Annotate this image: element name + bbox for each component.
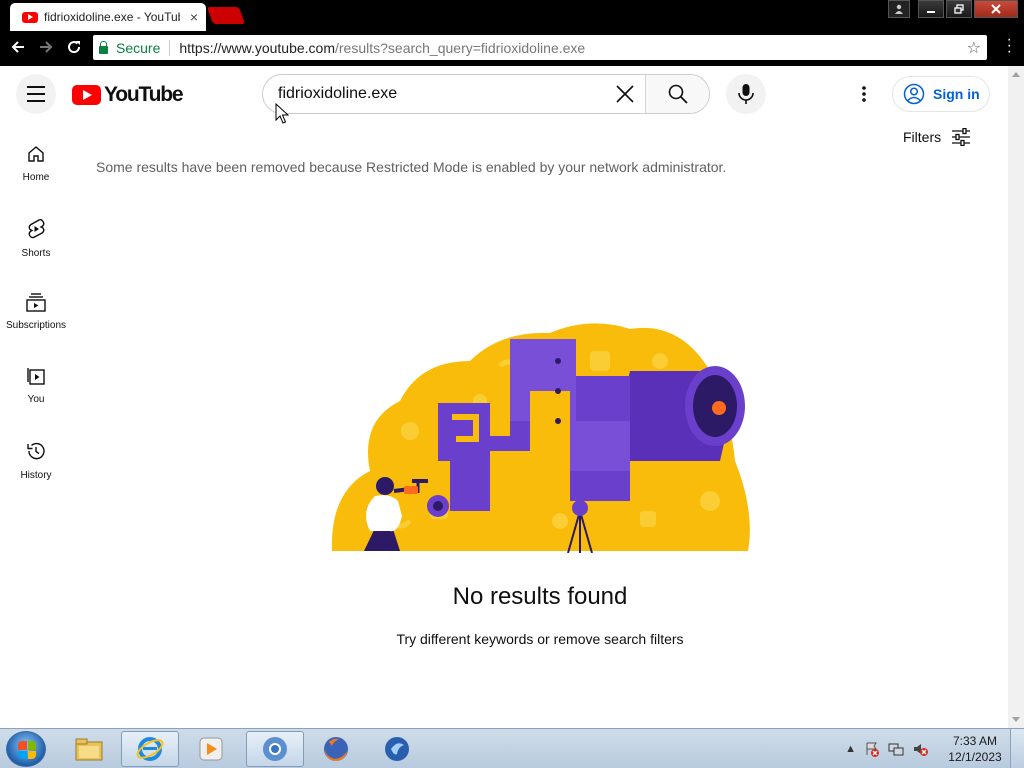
volume-muted-icon[interactable] [912, 741, 928, 757]
shorts-icon [28, 219, 45, 239]
sign-in-button[interactable]: Sign in [892, 76, 990, 112]
youtube-play-icon [72, 85, 101, 105]
search-button[interactable] [645, 75, 709, 113]
filters-label: Filters [903, 129, 942, 145]
browser-toolbar: Secure https://www.youtube.com/results?s… [0, 32, 1024, 62]
history-icon [27, 442, 45, 460]
chrome-icon [263, 737, 287, 761]
tab-close-icon[interactable]: × [190, 10, 198, 24]
youtube-wordmark: YouTube [104, 83, 184, 106]
taskbar: ▲ 7:33 AM 12/1/2023 [0, 728, 1024, 768]
youtube-favicon-icon [22, 11, 38, 23]
close-window-button[interactable] [974, 0, 1018, 18]
url-host: https://www.youtube.com [179, 39, 335, 56]
guide-item-subscriptions[interactable]: Subscriptions [0, 270, 72, 344]
guide-item-home[interactable]: Home [0, 122, 72, 196]
search-input[interactable]: fidrioxidoline.exe [263, 85, 605, 103]
tab-title: fidrioxidoline.exe - YouTube [44, 10, 180, 24]
file-explorer-icon [75, 738, 103, 761]
home-icon [28, 146, 44, 162]
taskbar-file-explorer[interactable] [60, 731, 118, 767]
taskbar-firefox[interactable] [307, 731, 365, 767]
microphone-icon [738, 84, 754, 104]
youtube-logo[interactable]: YouTube [72, 83, 184, 107]
guide-item-shorts[interactable]: Shorts [0, 196, 72, 270]
start-button[interactable] [6, 731, 46, 767]
taskbar-chrome[interactable] [246, 731, 304, 767]
guide-item-you[interactable]: You [0, 344, 72, 418]
no-results-hint: Try different keywords or remove search … [396, 631, 684, 647]
settings-menu-icon[interactable] [848, 82, 880, 106]
show-hidden-icons-icon[interactable]: ▲ [845, 743, 856, 755]
youtube-header: YouTube fidrioxidoline.exe Sign in [0, 66, 1008, 122]
taskbar-app[interactable] [368, 731, 426, 767]
clock-time: 7:33 AM [952, 734, 998, 748]
taskbar-clock[interactable]: 7:33 AM 12/1/2023 [940, 733, 1010, 765]
taskbar-internet-explorer[interactable] [121, 731, 179, 767]
restore-button[interactable] [946, 0, 972, 18]
guide-menu-button[interactable] [16, 74, 56, 114]
bookmark-star-icon[interactable]: ☆ [967, 38, 981, 58]
sign-in-label: Sign in [933, 86, 980, 102]
guide-label-history: History [20, 470, 52, 481]
mini-guide: Home Shorts Subscriptions You History [0, 122, 72, 492]
browser-menu-icon[interactable]: · · · [1007, 32, 1012, 60]
clear-search-icon[interactable] [605, 75, 645, 113]
profile-icon[interactable] [888, 0, 910, 18]
youtube-page: YouTube fidrioxidoline.exe Sign in Home [0, 66, 1008, 728]
page-scrollbar[interactable] [1008, 66, 1024, 728]
guide-label-shorts: Shorts [21, 248, 51, 259]
minimize-button[interactable] [918, 0, 944, 18]
search-icon [668, 84, 688, 104]
windows-flag-icon [18, 741, 36, 759]
scroll-down-icon[interactable] [1012, 717, 1020, 722]
forward-button[interactable] [32, 33, 60, 61]
guide-item-history[interactable]: History [0, 418, 72, 492]
account-icon [903, 83, 925, 105]
guide-label-you: You [27, 394, 45, 405]
tab-strip: fidrioxidoline.exe - YouTube × [0, 0, 1024, 32]
you-icon [27, 368, 45, 385]
omnibox-divider [169, 39, 171, 56]
no-results-title: No results found [452, 583, 628, 610]
lock-icon [99, 40, 108, 54]
network-icon[interactable] [888, 741, 904, 757]
internet-explorer-icon [136, 737, 164, 761]
no-results-illustration [331, 323, 750, 553]
reload-button[interactable] [60, 33, 88, 61]
filters-button[interactable]: Filters [903, 128, 971, 146]
taskbar-media-player[interactable] [182, 731, 240, 767]
guide-label-subscriptions: Subscriptions [5, 320, 67, 331]
firefox-icon [324, 737, 348, 762]
back-button[interactable] [4, 33, 32, 61]
restricted-mode-notice: Some results have been removed because R… [96, 159, 727, 175]
guide-label-home: Home [22, 172, 50, 183]
url-path: /results?search_query=fidrioxidoline.exe [335, 39, 586, 56]
scroll-up-icon[interactable] [1012, 72, 1020, 77]
clock-date: 12/1/2023 [948, 750, 1002, 764]
show-desktop-button[interactable] [1010, 729, 1024, 768]
app-icon [385, 737, 409, 761]
secure-label: Secure [116, 39, 161, 56]
filter-sliders-icon [952, 128, 971, 146]
new-tab-button[interactable] [206, 7, 246, 24]
address-bar[interactable]: Secure https://www.youtube.com/results?s… [93, 35, 987, 60]
action-center-icon[interactable] [864, 741, 880, 757]
media-player-icon [199, 737, 223, 761]
browser-tab[interactable]: fidrioxidoline.exe - YouTube × [10, 3, 206, 31]
search-box: fidrioxidoline.exe [262, 74, 710, 114]
system-tray: ▲ 7:33 AM 12/1/2023 [845, 729, 1024, 768]
window-controls [888, 0, 1018, 18]
mouse-cursor-icon [275, 103, 289, 124]
voice-search-button[interactable] [726, 74, 766, 114]
subscriptions-icon [26, 293, 46, 312]
